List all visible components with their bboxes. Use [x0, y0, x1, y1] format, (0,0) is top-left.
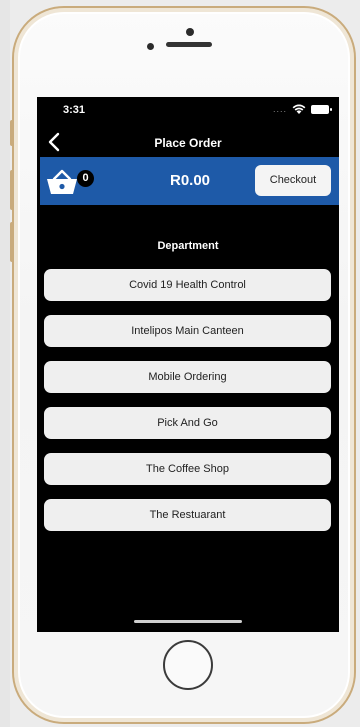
phone-screen: 3:31 .... Place Order 0 R0.00 Checkout D… — [37, 97, 339, 632]
department-item-mobile-ordering[interactable]: Mobile Ordering — [44, 361, 331, 393]
department-list: Covid 19 Health Control Intelipos Main C… — [44, 269, 331, 545]
basket-icon — [47, 169, 77, 194]
wifi-icon — [292, 104, 306, 114]
status-indicators: .... — [272, 103, 332, 115]
cart-count-badge: 0 — [77, 170, 94, 187]
department-item-pick-and-go[interactable]: Pick And Go — [44, 407, 331, 439]
home-indicator[interactable] — [134, 620, 242, 623]
earpiece-speaker — [166, 42, 212, 47]
status-bar: 3:31 .... — [37, 97, 339, 127]
status-time: 3:31 — [63, 104, 86, 116]
navigation-bar: Place Order — [37, 127, 339, 157]
cart-button[interactable]: 0 — [45, 166, 94, 198]
volume-up-button — [10, 170, 14, 210]
checkout-button[interactable]: Checkout — [255, 165, 331, 196]
department-item-intelipos-main-canteen[interactable]: Intelipos Main Canteen — [44, 315, 331, 347]
battery-icon — [311, 104, 332, 114]
background-strip — [0, 0, 10, 727]
department-item-covid-19-health-control[interactable]: Covid 19 Health Control — [44, 269, 331, 301]
department-heading: Department — [157, 240, 219, 252]
cart-summary-bar: 0 R0.00 Checkout — [40, 157, 339, 205]
mute-switch — [10, 120, 14, 146]
signal-icon: .... — [272, 104, 287, 114]
front-camera — [186, 28, 194, 36]
home-button[interactable] — [163, 640, 213, 690]
proximity-sensor — [147, 43, 154, 50]
page-title: Place Order — [154, 136, 222, 150]
volume-down-button — [10, 222, 14, 262]
department-item-the-coffee-shop[interactable]: The Coffee Shop — [44, 453, 331, 485]
cart-total: R0.00 — [169, 172, 211, 189]
department-item-the-restuarant[interactable]: The Restuarant — [44, 499, 331, 531]
